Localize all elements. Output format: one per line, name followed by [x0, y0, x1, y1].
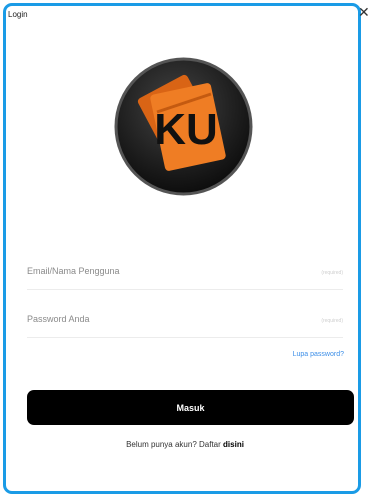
email-field[interactable]: Email/Nama Pengguna (required) [27, 262, 343, 290]
close-icon[interactable]: ✕ [358, 6, 370, 20]
password-field[interactable]: Password Anda (required) [27, 310, 343, 338]
password-placeholder: Password Anda [27, 314, 90, 324]
email-required-hint: (required) [321, 270, 343, 276]
register-prompt-text: Belum punya akun? Daftar [126, 440, 221, 449]
ku-logo: KU [114, 57, 253, 196]
password-required-hint: (required) [321, 318, 343, 324]
login-button[interactable]: Masuk [27, 390, 354, 425]
logo-text: KU [154, 105, 218, 154]
email-placeholder: Email/Nama Pengguna [27, 266, 120, 276]
register-prompt: Belum punya akun? Daftar disini [0, 440, 370, 449]
window-title: Login [8, 10, 28, 19]
forgot-password-link[interactable]: Lupa password? [293, 351, 344, 358]
register-link[interactable]: disini [223, 440, 244, 449]
